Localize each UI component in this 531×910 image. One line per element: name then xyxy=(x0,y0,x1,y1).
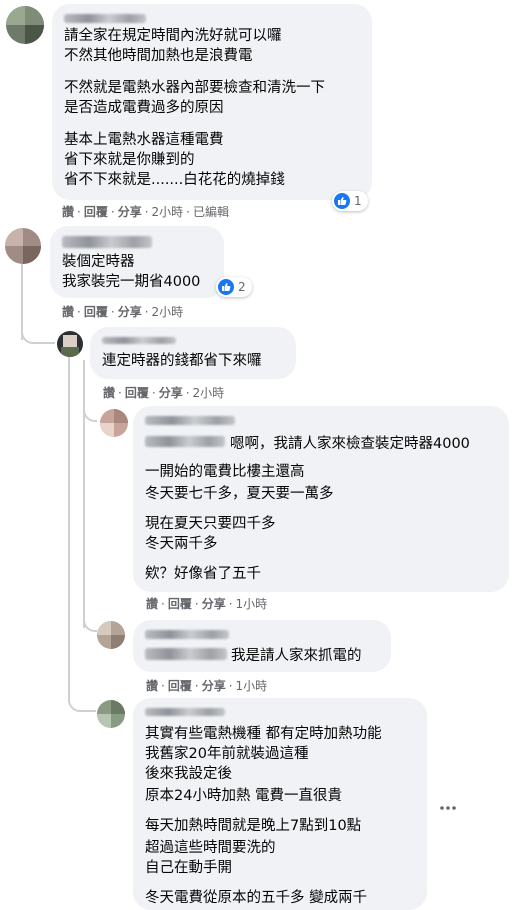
mention-tag[interactable] xyxy=(145,436,225,447)
comment-text: 冬天要七千多，夏天要一萬多 xyxy=(145,486,334,502)
avatar[interactable] xyxy=(5,228,41,264)
thumbs-up-icon xyxy=(218,279,234,295)
author-name[interactable] xyxy=(145,630,229,639)
timestamp[interactable]: 2小時 xyxy=(152,205,184,219)
timestamp[interactable]: 2小時 xyxy=(193,386,225,400)
comment-bubble: 嗯啊，我請人家來檢查裝定時器4000 一開始的電費比樓主還高 冬天要七千多，夏天… xyxy=(133,406,509,592)
comment-text: 不然其他時間加熱也是浪費電 xyxy=(64,48,253,64)
comment-actions: 讚 · 回覆 · 分享 · 2小時 · 已編輯 xyxy=(62,205,230,219)
author-name[interactable] xyxy=(64,14,146,23)
comment-bubble: 請全家在規定時間內洗好就可以囉 不然其他時間加熱也是浪費電 不然就是電熱水器內部… xyxy=(52,4,372,200)
comment-text: 冬天電費從原本的五千多 變成兩千 xyxy=(145,890,368,906)
reaction-count[interactable]: 1 xyxy=(332,191,368,211)
timestamp[interactable]: 1小時 xyxy=(236,597,268,611)
like-button[interactable]: 讚 xyxy=(103,386,115,400)
comment-text: 自己在動手開 xyxy=(145,860,232,876)
thread-line xyxy=(83,590,97,632)
reaction-count[interactable]: 2 xyxy=(216,277,252,297)
timestamp[interactable]: 2小時 xyxy=(152,305,184,319)
comment-text: 省不下來就是.......白花花的燒掉錢 xyxy=(64,172,285,188)
reply-button[interactable]: 回覆 xyxy=(125,386,149,400)
thread-line xyxy=(68,660,96,712)
comment-text: 我家裝完一期省4000 xyxy=(62,274,201,290)
comment-text: 現在夏天只要四千多 xyxy=(145,516,276,532)
comment-bubble: 連定時器的錢都省下來囉 xyxy=(90,327,296,379)
comment-text: 嗯啊，我請人家來檢查裝定時器4000 xyxy=(230,436,470,452)
share-button[interactable]: 分享 xyxy=(159,386,183,400)
reply-button[interactable]: 回覆 xyxy=(84,205,108,219)
thumbs-up-icon xyxy=(334,193,350,209)
reply-button[interactable]: 回覆 xyxy=(168,679,192,693)
reply-button[interactable]: 回覆 xyxy=(168,597,192,611)
author-name[interactable] xyxy=(102,337,176,344)
share-button[interactable]: 分享 xyxy=(202,597,226,611)
author-name[interactable] xyxy=(145,416,235,425)
author-name[interactable] xyxy=(145,708,225,716)
timestamp[interactable]: 1小時 xyxy=(236,679,268,693)
comment-actions: 讚 · 回覆 · 分享 · 1小時 xyxy=(146,597,268,611)
comment-text: 省下來就是你賺到的 xyxy=(64,152,195,168)
comment-text: 每天加熱時間就是晚上7點到10點 xyxy=(145,818,362,834)
reply-button[interactable]: 回覆 xyxy=(84,305,108,319)
reaction-number: 2 xyxy=(238,280,246,294)
like-button[interactable]: 讚 xyxy=(62,305,74,319)
comment-text: 其實有些電熱機種 都有定時加熱功能 xyxy=(145,726,382,742)
comment-bubble: 其實有些電熱機種 都有定時加熱功能 我舊家20年前就裝過這種 後來我設定後 原本… xyxy=(133,698,427,910)
mention-tag[interactable] xyxy=(145,648,227,660)
comment-text: 是否造成電費過多的原因 xyxy=(64,100,224,116)
reaction-number: 1 xyxy=(354,194,362,208)
comment-text: 超過這些時間要洗的 xyxy=(145,840,276,856)
avatar[interactable] xyxy=(6,6,44,44)
comment-text: 裝個定時器 xyxy=(62,254,135,270)
comment-text: 後來我設定後 xyxy=(145,766,232,782)
avatar[interactable] xyxy=(97,700,125,728)
comment-actions: 讚 · 回覆 · 分享 · 2小時 xyxy=(62,305,184,319)
comment-bubble: 裝個定時器 我家裝完一期省4000 xyxy=(50,226,224,298)
share-button[interactable]: 分享 xyxy=(202,679,226,693)
comment-text: 基本上電熱水器這種電費 xyxy=(64,132,224,148)
thread-line xyxy=(21,300,55,344)
comment-text: 請全家在規定時間內洗好就可以囉 xyxy=(64,28,282,44)
comment-text: 冬天兩千多 xyxy=(145,536,218,552)
comment-text: 不然就是電熱水器內部要檢查和清洗一下 xyxy=(64,80,325,96)
avatar[interactable] xyxy=(100,409,128,437)
more-options-icon[interactable] xyxy=(439,796,457,815)
avatar[interactable] xyxy=(97,621,125,649)
like-button[interactable]: 讚 xyxy=(62,205,74,219)
edited-label[interactable]: 已編輯 xyxy=(193,205,229,219)
comment-text: 我是請人家來抓電的 xyxy=(231,648,362,664)
share-button[interactable]: 分享 xyxy=(118,305,142,319)
comment-text: 原本24小時加熱 電費一直很貴 xyxy=(145,788,343,804)
avatar[interactable] xyxy=(57,331,83,357)
like-button[interactable]: 讚 xyxy=(146,679,158,693)
author-name[interactable] xyxy=(62,236,152,248)
comment-bubble: 我是請人家來抓電的 xyxy=(133,620,391,672)
comment-actions: 讚 · 回覆 · 分享 · 1小時 xyxy=(146,679,268,693)
like-button[interactable]: 讚 xyxy=(146,597,158,611)
comment-text: 一開始的電費比樓主還高 xyxy=(145,464,305,480)
comment-text: 我舊家20年前就裝過這種 xyxy=(145,746,309,762)
comment-text: 連定時器的錢都省下來囉 xyxy=(102,353,262,369)
comment-actions: 讚 · 回覆 · 分享 · 2小時 xyxy=(103,386,225,400)
thread-line xyxy=(68,357,70,702)
share-button[interactable]: 分享 xyxy=(118,205,142,219)
comment-text: 欸？好像省了五千 xyxy=(145,566,261,582)
